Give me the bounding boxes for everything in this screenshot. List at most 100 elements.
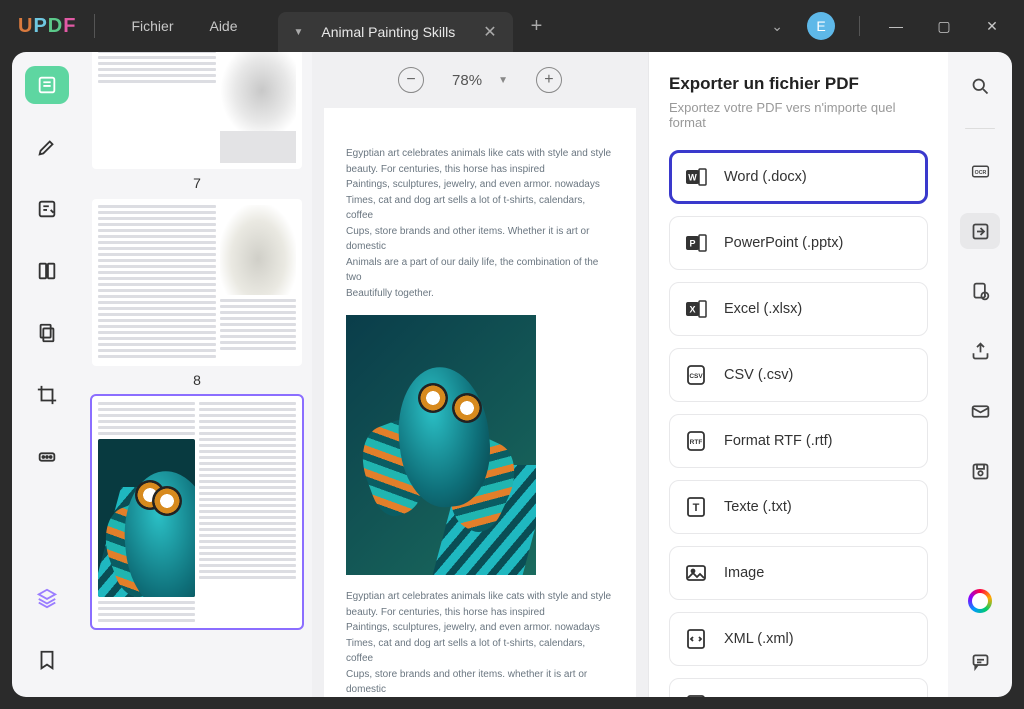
- tool-edit-text[interactable]: [25, 190, 69, 228]
- export-panel: Exporter un fichier PDF Exportez votre P…: [648, 52, 948, 697]
- tool-appearance[interactable]: [960, 583, 1000, 619]
- tool-export[interactable]: [960, 213, 1000, 249]
- doc-text: Animals are a part of our daily life, th…: [346, 255, 614, 286]
- doc-text: Egyptian art celebrates animals like cat…: [346, 146, 614, 162]
- divider: [859, 16, 860, 36]
- export-label: Word (.docx): [724, 169, 807, 185]
- svg-text:P: P: [689, 239, 695, 249]
- svg-text:OCR: OCR: [974, 170, 986, 176]
- xml-icon: [684, 627, 708, 651]
- doc-owl-image: [346, 315, 536, 575]
- tool-search[interactable]: [960, 68, 1000, 104]
- tool-bookmark[interactable]: [25, 641, 69, 679]
- export-label: Texte (.txt): [724, 499, 792, 515]
- thumbnail-page-9[interactable]: [92, 396, 302, 628]
- tab-dropdown-icon[interactable]: ▼: [294, 27, 304, 38]
- export-label: Image: [724, 565, 764, 581]
- tool-ocr[interactable]: OCR: [960, 153, 1000, 189]
- app-logo: UPDF: [18, 15, 76, 38]
- export-option-text[interactable]: T Texte (.txt): [669, 480, 928, 534]
- tool-email[interactable]: [960, 393, 1000, 429]
- zoom-toolbar: − 78%▼ +: [324, 52, 636, 108]
- svg-text:CSV: CSV: [689, 373, 703, 380]
- tool-crop[interactable]: [25, 376, 69, 414]
- tool-comment[interactable]: [960, 643, 1000, 679]
- zoom-out-button[interactable]: −: [398, 67, 424, 93]
- document-page[interactable]: Egyptian art celebrates animals like cat…: [324, 108, 636, 697]
- doc-text: Cups, store brands and other items. Whet…: [346, 224, 614, 255]
- titlebar-dropdown-icon[interactable]: ⌄: [771, 18, 783, 35]
- export-label: Excel (.xlsx): [724, 301, 802, 317]
- export-option-xml[interactable]: XML (.xml): [669, 612, 928, 666]
- svg-text:T: T: [693, 502, 700, 514]
- svg-text:W: W: [688, 173, 697, 183]
- window-maximize-icon[interactable]: ▢: [932, 14, 956, 38]
- csv-icon: CSV: [684, 363, 708, 387]
- document-tab[interactable]: ▼ Animal Painting Skills ✕: [278, 12, 513, 52]
- tab-title: Animal Painting Skills: [321, 24, 455, 40]
- export-option-excel[interactable]: X Excel (.xlsx): [669, 282, 928, 336]
- document-viewer: − 78%▼ + Egyptian art celebrates animals…: [312, 52, 648, 697]
- user-avatar[interactable]: E: [807, 12, 835, 40]
- export-option-word[interactable]: W Word (.docx): [669, 150, 928, 204]
- powerpoint-icon: P: [684, 231, 708, 255]
- doc-text: Times, cat and dog art sells a lot of t-…: [346, 636, 614, 667]
- export-subtitle: Exportez votre PDF vers n'importe quel f…: [669, 100, 928, 130]
- doc-text: Times, cat and dog art sells a lot of t-…: [346, 193, 614, 224]
- tool-share[interactable]: [960, 333, 1000, 369]
- doc-text: Beautifully together.: [346, 286, 614, 302]
- export-option-image[interactable]: Image: [669, 546, 928, 600]
- thumbnail-number: 7: [92, 175, 302, 191]
- export-label: Format RTF (.rtf): [724, 433, 832, 449]
- svg-text:RTF: RTF: [690, 439, 703, 446]
- menu-help[interactable]: Aide: [191, 12, 255, 40]
- html-icon: h: [684, 693, 708, 697]
- left-toolbar: [12, 52, 82, 697]
- doc-text: Paintings, sculptures, jewelry, and even…: [346, 177, 614, 193]
- right-toolbar: OCR: [948, 52, 1012, 697]
- doc-text: Cups, store brands and other items. whet…: [346, 667, 614, 698]
- tool-highlight[interactable]: [25, 128, 69, 166]
- export-option-rtf[interactable]: RTF Format RTF (.rtf): [669, 414, 928, 468]
- word-icon: W: [684, 165, 708, 189]
- tool-reader[interactable]: [25, 66, 69, 104]
- menu-file[interactable]: Fichier: [113, 12, 191, 40]
- chevron-down-icon: ▼: [498, 75, 508, 86]
- thumbnail-number: 8: [92, 372, 302, 388]
- rtf-icon: RTF: [684, 429, 708, 453]
- tool-organize[interactable]: [25, 314, 69, 352]
- tool-divider: [965, 128, 995, 129]
- doc-text: beauty. For centuries, this horse has in…: [346, 162, 614, 178]
- export-label: PowerPoint (.pptx): [724, 235, 843, 251]
- tool-redact[interactable]: [25, 438, 69, 476]
- zoom-in-button[interactable]: +: [536, 67, 562, 93]
- tool-save[interactable]: [960, 453, 1000, 489]
- thumbnail-page-7[interactable]: [92, 52, 302, 169]
- export-option-csv[interactable]: CSV CSV (.csv): [669, 348, 928, 402]
- tool-protect[interactable]: [960, 273, 1000, 309]
- export-label: CSV (.csv): [724, 367, 793, 383]
- doc-text: Paintings, sculptures, jewelry, and even…: [346, 620, 614, 636]
- tool-page-layout[interactable]: [25, 252, 69, 290]
- export-title: Exporter un fichier PDF: [669, 74, 928, 94]
- export-option-html[interactable]: h HTML (.html): [669, 678, 928, 697]
- tab-add-icon[interactable]: +: [531, 15, 543, 38]
- svg-text:X: X: [689, 305, 695, 315]
- window-close-icon[interactable]: ✕: [980, 14, 1004, 38]
- thumbnail-page-8[interactable]: [92, 199, 302, 366]
- excel-icon: X: [684, 297, 708, 321]
- divider: [94, 14, 95, 38]
- zoom-value[interactable]: 78%▼: [452, 72, 508, 89]
- image-icon: [684, 561, 708, 585]
- thumbnail-panel: 7 8: [82, 52, 312, 697]
- window-minimize-icon[interactable]: —: [884, 14, 908, 38]
- export-option-powerpoint[interactable]: P PowerPoint (.pptx): [669, 216, 928, 270]
- doc-text: beauty. For centuries, this horse has in…: [346, 605, 614, 621]
- doc-text: Egyptian art celebrates animals like cat…: [346, 589, 614, 605]
- workspace: 7 8 − 78%▼ + Egyptian: [12, 52, 1012, 697]
- export-label: XML (.xml): [724, 631, 794, 647]
- tab-close-icon[interactable]: ✕: [483, 22, 496, 42]
- text-icon: T: [684, 495, 708, 519]
- tool-layers[interactable]: [25, 579, 69, 617]
- titlebar: UPDF Fichier Aide ▼ Animal Painting Skil…: [0, 0, 1024, 52]
